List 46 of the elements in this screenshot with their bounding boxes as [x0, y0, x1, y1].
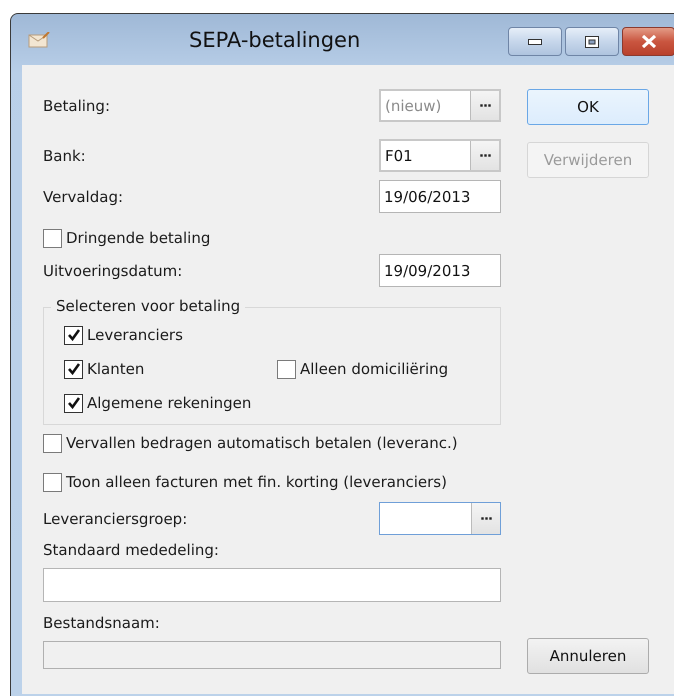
close-button[interactable] [622, 27, 674, 56]
checkbox-label: Toon alleen facturen met fin. korting (leveranciers) [66, 473, 447, 491]
window-title: SEPA-betalingen [189, 28, 360, 52]
browse-button[interactable] [470, 141, 499, 170]
check-icon [66, 396, 80, 410]
close-icon [640, 35, 656, 48]
ellipsis-icon [480, 104, 490, 107]
browse-button[interactable] [470, 91, 499, 120]
checkbox[interactable] [277, 360, 296, 378]
date-field[interactable]: 19/06/2013 [379, 180, 501, 213]
field-label: Bestandsnaam: [43, 614, 161, 634]
checkbox[interactable] [43, 472, 62, 492]
browse-button[interactable] [471, 503, 500, 534]
checkbox[interactable] [43, 228, 62, 248]
restore-icon [585, 36, 599, 48]
maximize-button[interactable] [565, 27, 619, 56]
envelope-icon [28, 32, 50, 48]
checkbox-label: Klanten [87, 360, 144, 378]
field-label: Uitvoeringsdatum: [43, 262, 182, 280]
field-label: Vervaldag: [43, 188, 124, 206]
field-label: Bank: [43, 146, 86, 164]
minimize-button[interactable] [508, 27, 562, 56]
lookup-field[interactable]: F01 [379, 139, 501, 172]
group-title: Selecteren voor betaling [51, 297, 246, 315]
ellipsis-icon [480, 154, 490, 157]
field-label: Standaard mededeling: [43, 541, 220, 561]
check-icon [66, 362, 80, 376]
checkbox[interactable] [64, 394, 83, 412]
checkbox-label: Alleen domiciliëring [300, 360, 448, 378]
dialog-button[interactable]: OK [527, 89, 649, 125]
checkbox-label: Leveranciers [87, 326, 183, 344]
checkbox-label: Dringende betaling [66, 229, 210, 247]
dialog-button[interactable]: Annuleren [527, 638, 649, 674]
lookup-field[interactable] [379, 502, 501, 535]
checkbox[interactable] [64, 360, 83, 378]
ellipsis-icon [480, 517, 492, 520]
checkbox[interactable] [43, 434, 62, 452]
checkbox-label: Vervallen bedragen automatisch betalen (leveranc.) [66, 434, 458, 452]
field-label: Leveranciersgroep: [43, 510, 188, 528]
checkbox[interactable] [64, 326, 83, 344]
minimize-icon [528, 38, 542, 44]
check-icon [66, 328, 80, 342]
field-label: Betaling: [43, 96, 110, 114]
checkbox-label: Algemene rekeningen [87, 394, 252, 412]
date-field[interactable]: 19/09/2013 [379, 254, 501, 287]
text-field[interactable] [43, 568, 501, 602]
